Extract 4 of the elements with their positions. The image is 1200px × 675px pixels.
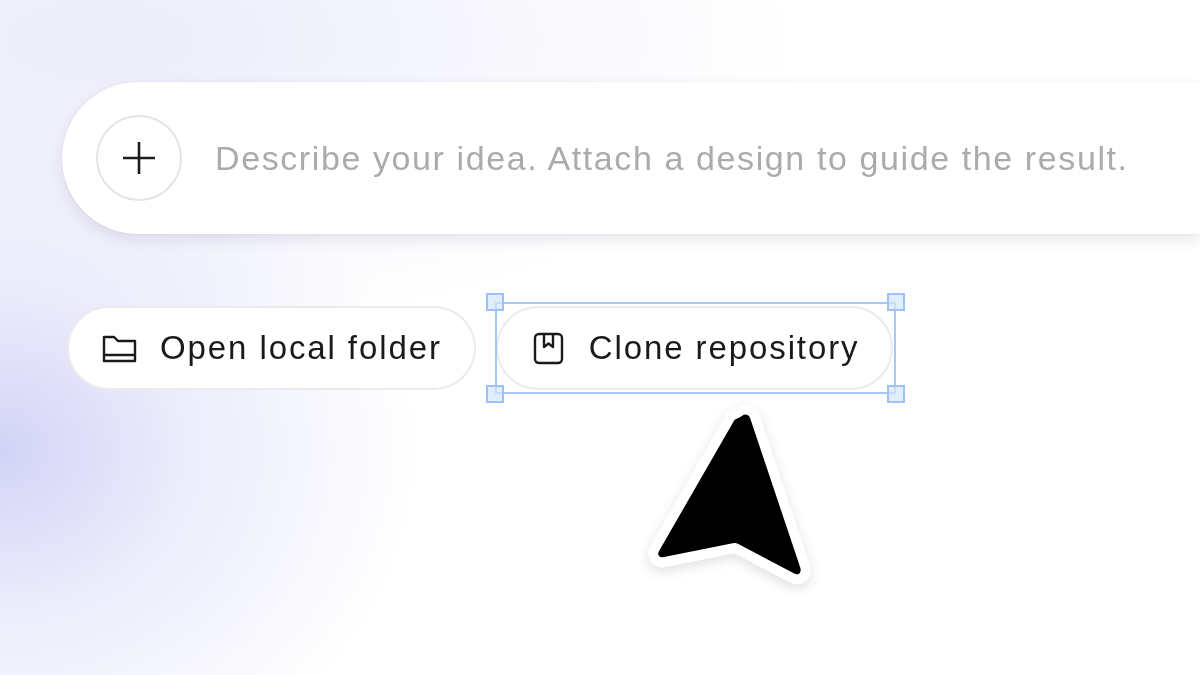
prompt-input[interactable]: Describe your idea. Attach a design to guide the result. xyxy=(215,134,1200,182)
action-button[interactable]: Clone repository xyxy=(495,306,894,390)
plus-icon xyxy=(122,141,156,175)
action-button[interactable]: Open local folder xyxy=(67,306,476,390)
